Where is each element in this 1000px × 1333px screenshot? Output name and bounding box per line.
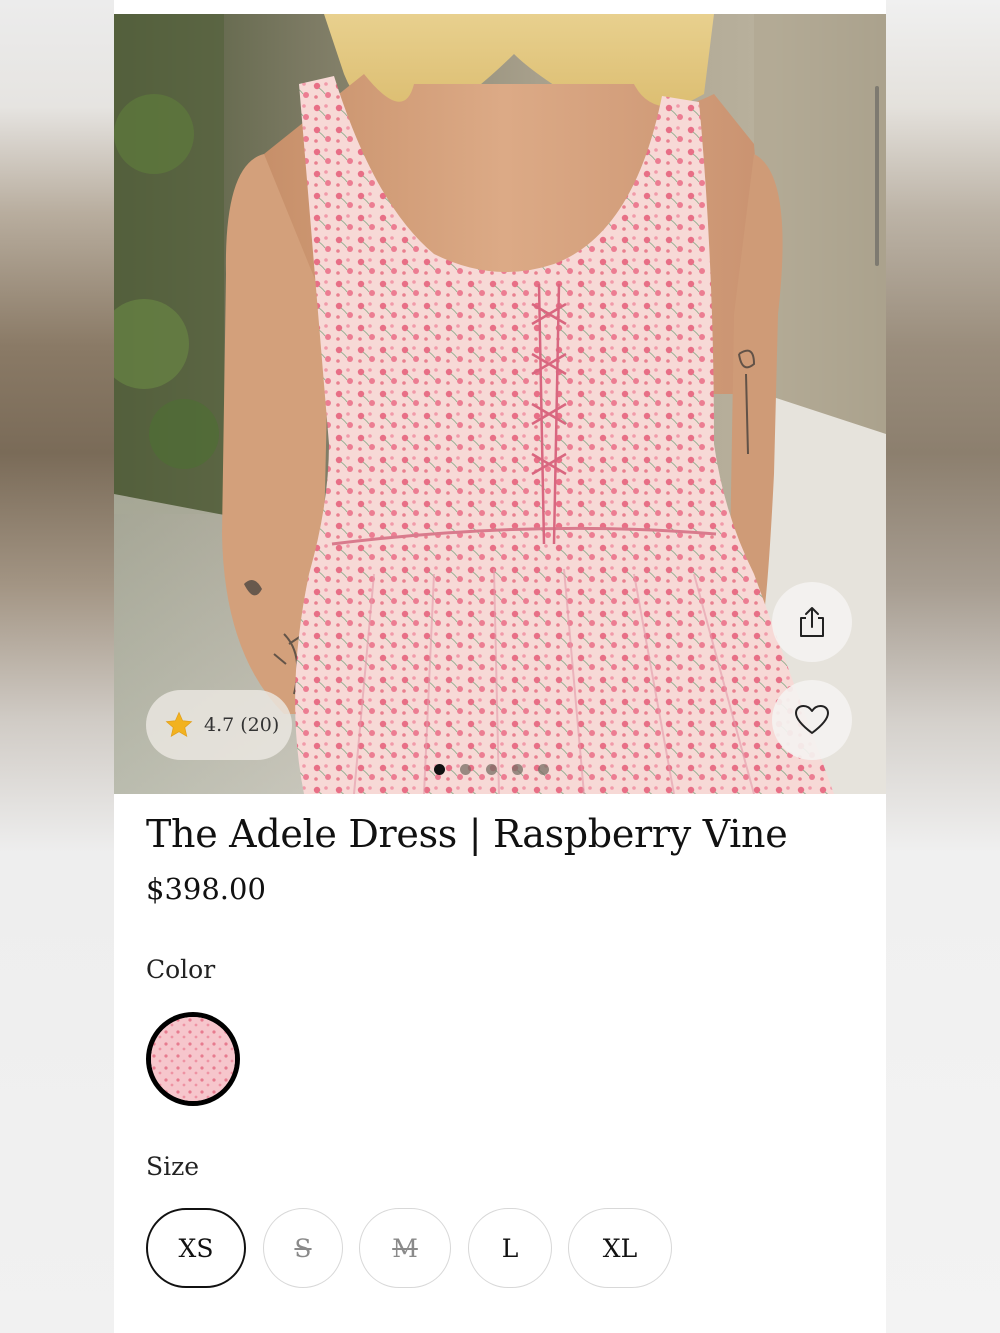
star-icon <box>165 711 193 738</box>
carousel-dot[interactable] <box>434 764 445 775</box>
product-price: $398.00 <box>146 872 266 906</box>
scroll-indicator[interactable] <box>875 86 879 266</box>
carousel-dot[interactable] <box>512 764 523 775</box>
carousel-dot[interactable] <box>460 764 471 775</box>
wishlist-button[interactable] <box>772 680 852 760</box>
size-option-l[interactable]: L <box>468 1208 552 1288</box>
heart-icon <box>795 705 829 734</box>
color-label: Color <box>146 955 216 984</box>
share-icon <box>800 607 824 637</box>
size-label: Size <box>146 1152 200 1181</box>
share-button[interactable] <box>772 582 852 662</box>
background-blur-left <box>0 0 114 1333</box>
size-option-label: M <box>392 1233 418 1263</box>
product-title: The Adele Dress | Raspberry Vine <box>146 812 788 856</box>
size-option-m[interactable]: M <box>359 1208 451 1288</box>
color-swatch-raspberry-vine[interactable] <box>146 1012 240 1106</box>
size-option-label: XL <box>602 1233 638 1263</box>
size-option-label: XS <box>178 1233 214 1263</box>
product-image-carousel[interactable]: 4.7 (20) <box>114 14 886 794</box>
product-page: 4.7 (20) The Adele Dress | Raspberry Vin… <box>114 0 886 1333</box>
carousel-pagination <box>434 764 549 775</box>
carousel-dot[interactable] <box>486 764 497 775</box>
product-photo <box>114 14 886 794</box>
size-option-label: S <box>294 1233 312 1263</box>
rating-value: 4.7 (20) <box>204 714 280 736</box>
size-option-xl[interactable]: XL <box>568 1208 672 1288</box>
swatch-pattern <box>151 1017 235 1101</box>
rating-badge[interactable]: 4.7 (20) <box>146 690 292 760</box>
size-option-label: L <box>501 1233 519 1263</box>
carousel-dot[interactable] <box>538 764 549 775</box>
size-option-s[interactable]: S <box>263 1208 343 1288</box>
size-option-xs[interactable]: XS <box>146 1208 246 1288</box>
background-blur-right <box>886 0 1000 1333</box>
